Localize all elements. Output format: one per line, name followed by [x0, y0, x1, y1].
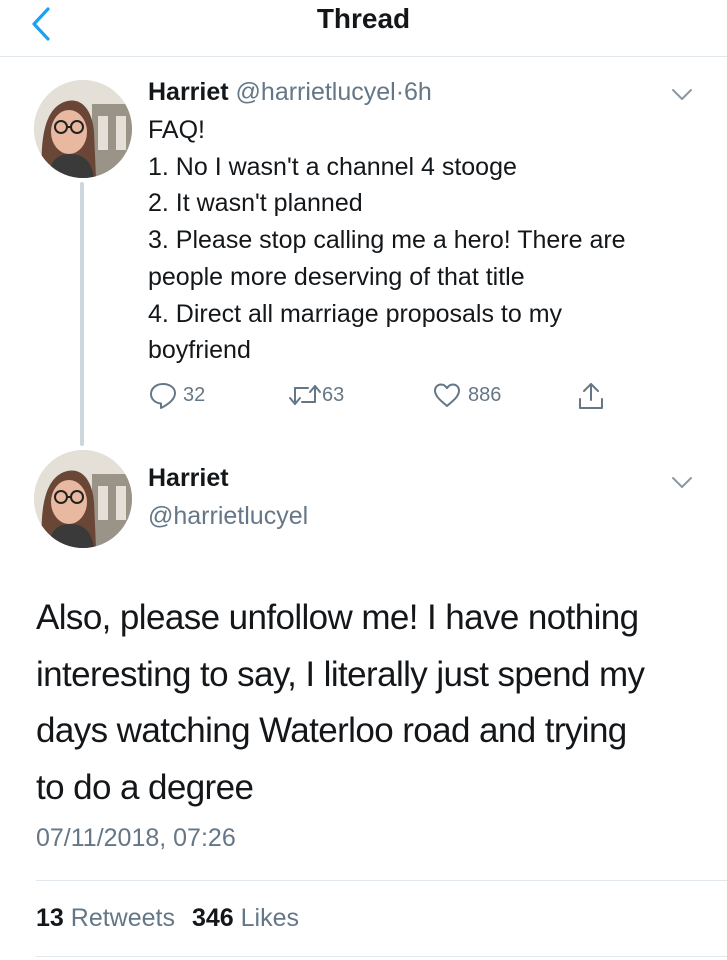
avatar-photo — [34, 450, 132, 548]
display-name[interactable]: Harriet — [148, 462, 229, 494]
retweet-total: 13 — [36, 904, 64, 932]
like-button[interactable]: 886 — [432, 380, 501, 410]
tweet-menu-button[interactable] — [670, 86, 694, 104]
divider — [36, 956, 727, 957]
reply-button[interactable]: 32 — [148, 380, 205, 410]
avatar[interactable] — [34, 80, 132, 178]
retweet-button[interactable]: 63 — [288, 380, 344, 410]
likes-stat[interactable]: 346 Likes — [192, 904, 299, 932]
chevron-down-icon — [672, 89, 692, 100]
like-label: Likes — [240, 904, 299, 932]
retweets-stat[interactable]: 13 Retweets — [36, 904, 175, 932]
tweet-timestamp[interactable]: 07/11/2018, 07:26 — [36, 822, 236, 854]
handle[interactable]: @harrietlucyel — [236, 78, 396, 106]
retweet-label: Retweets — [70, 904, 175, 932]
reply-icon — [150, 383, 176, 409]
tweet-stats: 13 Retweets 346 Likes — [36, 902, 299, 934]
tweet-line: 4. Direct all marriage proposals to my — [148, 299, 563, 328]
like-total: 346 — [191, 904, 234, 932]
tweet-line: to do a degree — [36, 767, 254, 807]
retweet-icon — [289, 385, 321, 405]
tweet-line: FAQ! — [148, 116, 205, 144]
avatar-photo — [34, 80, 132, 178]
chevron-down-icon — [672, 477, 692, 488]
separator-dot: · — [395, 78, 405, 106]
tweet-actions: 32 63 886 — [148, 380, 628, 414]
share-button[interactable] — [576, 380, 606, 412]
tweet-line: days watching Waterloo road and trying — [36, 711, 627, 750]
avatar[interactable] — [34, 450, 132, 548]
tweet-text: Also, please unfollow me! I have nothing… — [36, 590, 706, 816]
like-count: 886 — [468, 383, 502, 406]
share-icon — [579, 383, 603, 409]
thread-connector — [80, 182, 84, 446]
tweet-line: 3. Please stop calling me a hero! There … — [148, 226, 626, 255]
tweet-menu-button[interactable] — [670, 474, 694, 492]
tweet-time[interactable]: 6h — [404, 78, 432, 106]
divider — [36, 880, 727, 881]
tweet-line: people more deserving of that title — [148, 262, 525, 291]
reply-count: 32 — [183, 383, 206, 406]
tweet-header: Harriet @harrietlucyel·6h — [148, 76, 432, 108]
retweet-count: 63 — [322, 383, 345, 406]
handle[interactable]: @harrietlucyel — [148, 500, 308, 532]
tweet-text: FAQ! 1. No I wasn't a channel 4 stooge 2… — [148, 112, 708, 369]
tweet-line: boyfriend — [148, 336, 251, 365]
tweet-line: interesting to say, I literally just spe… — [36, 654, 645, 694]
page-title: Thread — [316, 3, 411, 34]
display-name[interactable]: Harriet — [148, 78, 229, 106]
nav-bar: Thread — [0, 0, 727, 57]
like-icon — [434, 383, 460, 407]
tweet-line: 2. It wasn't planned — [148, 189, 363, 218]
tweet-line: 1. No I wasn't a channel 4 stooge — [148, 152, 517, 181]
tweet-line: Also, please unfollow me! I have nothing — [36, 598, 639, 637]
